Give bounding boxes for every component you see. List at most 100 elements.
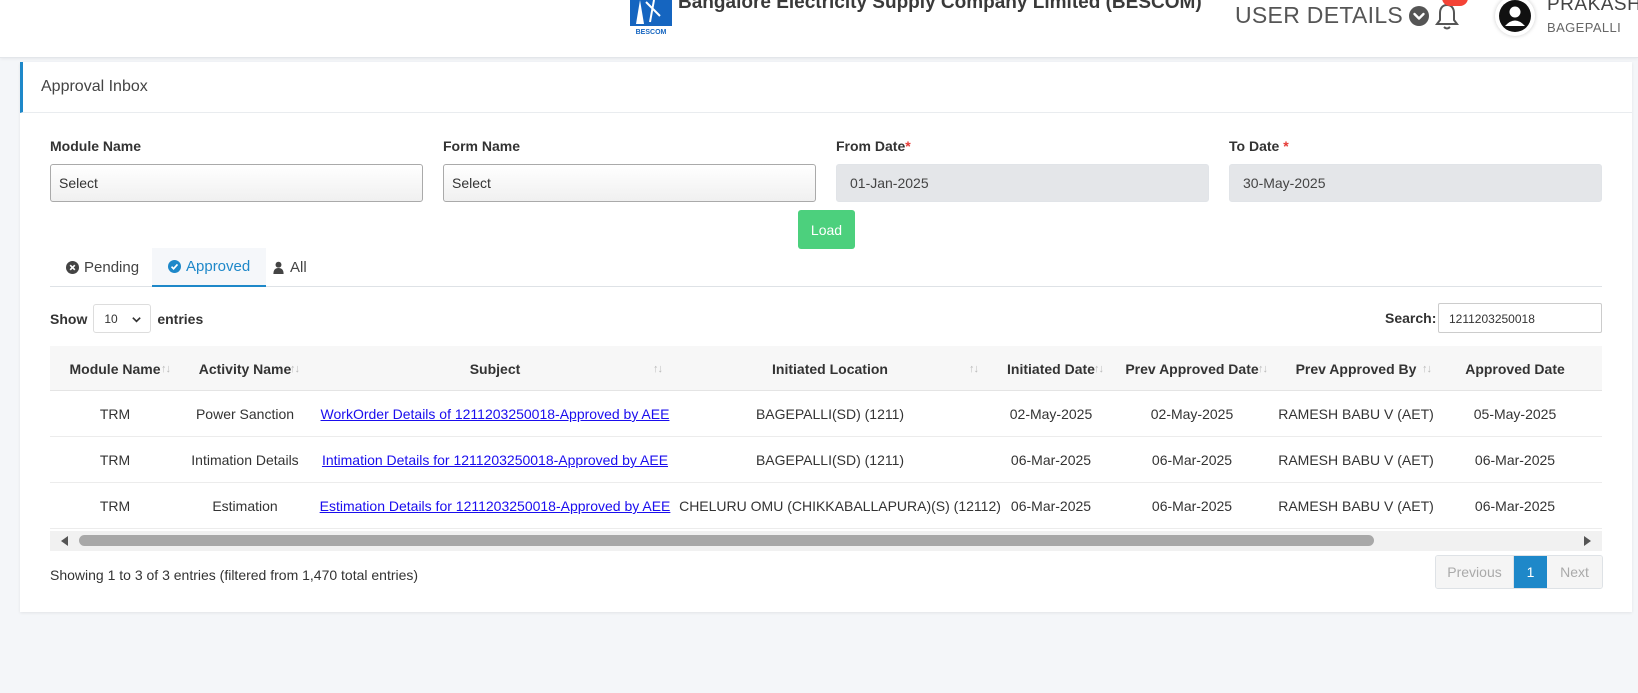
tab-pending-label: Pending [84, 259, 140, 276]
tab-all-label: All [290, 259, 307, 276]
previous-button[interactable]: Previous [1436, 556, 1514, 588]
sort-icon: ↑↓ [1258, 363, 1268, 375]
col-subject-label: Subject [469, 360, 521, 377]
svg-text:BESCOM: BESCOM [636, 29, 667, 36]
required-mark: * [905, 138, 911, 154]
tab-approved[interactable]: Approved [152, 248, 267, 287]
show-entries: Show 10 entries [50, 304, 203, 333]
search-label: Search: [1385, 310, 1437, 326]
to-date-label: To Date * [1229, 138, 1289, 154]
cell-location: CHELURU OMU (CHIKKABALLAPURA)(S) (12112) [679, 498, 1001, 514]
sort-icon: ↑↓ [161, 363, 171, 375]
from-date-label: From Date* [836, 138, 911, 154]
cell-prev-approved-date: 06-Mar-2025 [1151, 498, 1233, 514]
subject-link[interactable]: WorkOrder Details of 1211203250018-Appro… [321, 406, 670, 422]
col-initiated-location[interactable]: Initiated Location ↑↓ [675, 346, 985, 391]
page-1-button[interactable]: 1 [1514, 556, 1547, 588]
approval-table: Module Name ↑↓ Activity Name ↑↓ Subject ↑↓ … [50, 346, 1602, 531]
cell-initiated-date: 02-May-2025 [1009, 406, 1093, 422]
cell-initiated-date: 06-Mar-2025 [1010, 452, 1092, 468]
col-activity-name[interactable]: Activity Name ↑↓ [180, 346, 310, 391]
cell-approved-date: 06-Mar-2025 [1474, 498, 1556, 514]
tab-approved-label: Approved [186, 258, 251, 275]
form-name-select[interactable]: Select [443, 164, 816, 202]
cell-activity: Power Sanction [195, 406, 295, 422]
cell-location: BAGEPALLI(SD) (1211) [755, 452, 905, 468]
user-details-label: USER DETAILS [1235, 2, 1404, 28]
bell-icon[interactable] [1432, 2, 1462, 32]
card-header: Approval Inbox [20, 62, 1632, 113]
col-activity-name-label: Activity Name [198, 360, 292, 377]
page-title: Approval Inbox [41, 78, 148, 95]
cell-approved-date: 06-Mar-2025 [1474, 452, 1556, 468]
subject-link[interactable]: Estimation Details for 1211203250018-App… [320, 498, 671, 514]
cell-prev-approved-by: RAMESH BABU V (AET) [1278, 498, 1434, 514]
tab-all[interactable]: All [256, 248, 323, 287]
col-module-name-label: Module Name [69, 360, 161, 377]
cell-initiated-date: 06-Mar-2025 [1010, 498, 1092, 514]
col-module-name[interactable]: Module Name ↑↓ [50, 346, 180, 391]
to-date-input[interactable]: 30-May-2025 [1229, 164, 1602, 202]
col-prev-approved-date[interactable]: Prev Approved Date ↑↓ [1112, 346, 1272, 391]
module-name-label: Module Name [50, 138, 142, 154]
entries-value: 10 [104, 312, 118, 326]
table-row: TRM Estimation Estimation Details for 12… [50, 483, 1602, 529]
to-date-label-text: To Date [1229, 138, 1280, 154]
cell-approved-date: 05-May-2025 [1473, 406, 1557, 422]
status-tabs: Pending Approved All [50, 248, 1602, 287]
user-details-dropdown[interactable]: USER DETAILS [1235, 2, 1430, 29]
cell-location: BAGEPALLI(SD) (1211) [755, 406, 905, 422]
sort-icon: ↑↓ [969, 363, 979, 375]
top-header: BESCOM Bangalore Electricity Supply Comp… [0, 0, 1638, 58]
entries-select[interactable]: 10 [93, 304, 152, 333]
col-approved-date-label: Approved Date [1465, 360, 1565, 377]
chevron-down-icon [132, 317, 142, 323]
avatar[interactable] [1495, 0, 1535, 36]
user-icon [273, 261, 284, 274]
col-subject[interactable]: Subject ↑↓ [315, 346, 675, 391]
from-date-label-text: From Date [836, 138, 906, 154]
col-prev-approved-by[interactable]: Prev Approved By ↑↓ [1272, 346, 1440, 391]
cell-module: TRM [99, 498, 131, 514]
col-initiated-date[interactable]: Initiated Date ↑↓ [990, 346, 1112, 391]
cell-prev-approved-by: RAMESH BABU V (AET) [1278, 406, 1434, 422]
bescom-logo: BESCOM [630, 0, 672, 36]
col-approved-date[interactable]: Approved Date [1440, 346, 1590, 391]
sort-icon: ↑↓ [653, 363, 663, 375]
show-label: Show [50, 310, 88, 327]
scrollbar-thumb[interactable] [79, 535, 1374, 546]
subject-link[interactable]: Intimation Details for 1211203250018-App… [322, 452, 668, 468]
sort-icon: ↑↓ [290, 363, 300, 375]
col-prev-approved-by-label: Prev Approved By [1295, 360, 1417, 377]
col-initiated-date-label: Initiated Date [1007, 360, 1095, 377]
cell-module: TRM [99, 406, 131, 422]
col-initiated-location-label: Initiated Location [772, 360, 888, 377]
scroll-right-arrow-icon[interactable] [1584, 536, 1591, 546]
notification-badge [1442, 0, 1468, 6]
table-row: TRM Power Sanction WorkOrder Details of … [50, 391, 1602, 437]
cell-prev-approved-date: 02-May-2025 [1150, 406, 1234, 422]
chevron-down-circle-icon [1409, 5, 1430, 26]
table-header: Module Name ↑↓ Activity Name ↑↓ Subject ↑↓ … [50, 346, 1602, 391]
load-button[interactable]: Load [798, 210, 855, 249]
required-mark: * [1283, 138, 1289, 154]
cell-module: TRM [99, 452, 131, 468]
cell-prev-approved-date: 06-Mar-2025 [1151, 452, 1233, 468]
cell-activity: Intimation Details [191, 452, 299, 468]
pagination: Previous 1 Next [1435, 555, 1603, 589]
tab-pending[interactable]: Pending [50, 248, 155, 287]
horizontal-scrollbar[interactable] [50, 531, 1602, 551]
cell-subject: Intimation Details for 1211203250018-App… [315, 437, 675, 483]
from-date-input[interactable]: 01-Jan-2025 [836, 164, 1209, 202]
user-avatar-icon [1499, 0, 1531, 32]
check-circle-icon [168, 260, 181, 273]
module-name-select[interactable]: Select [50, 164, 423, 202]
sort-icon: ↑↓ [1094, 363, 1104, 375]
col-prev-approved-date-label: Prev Approved Date [1125, 360, 1259, 377]
user-name: PRAKASH [1547, 0, 1638, 15]
times-circle-icon [66, 261, 79, 274]
search-input[interactable]: 1211203250018 [1438, 303, 1602, 333]
table-row: TRM Intimation Details Intimation Detail… [50, 437, 1602, 483]
scroll-left-arrow-icon[interactable] [61, 536, 68, 546]
next-button[interactable]: Next [1547, 556, 1602, 588]
